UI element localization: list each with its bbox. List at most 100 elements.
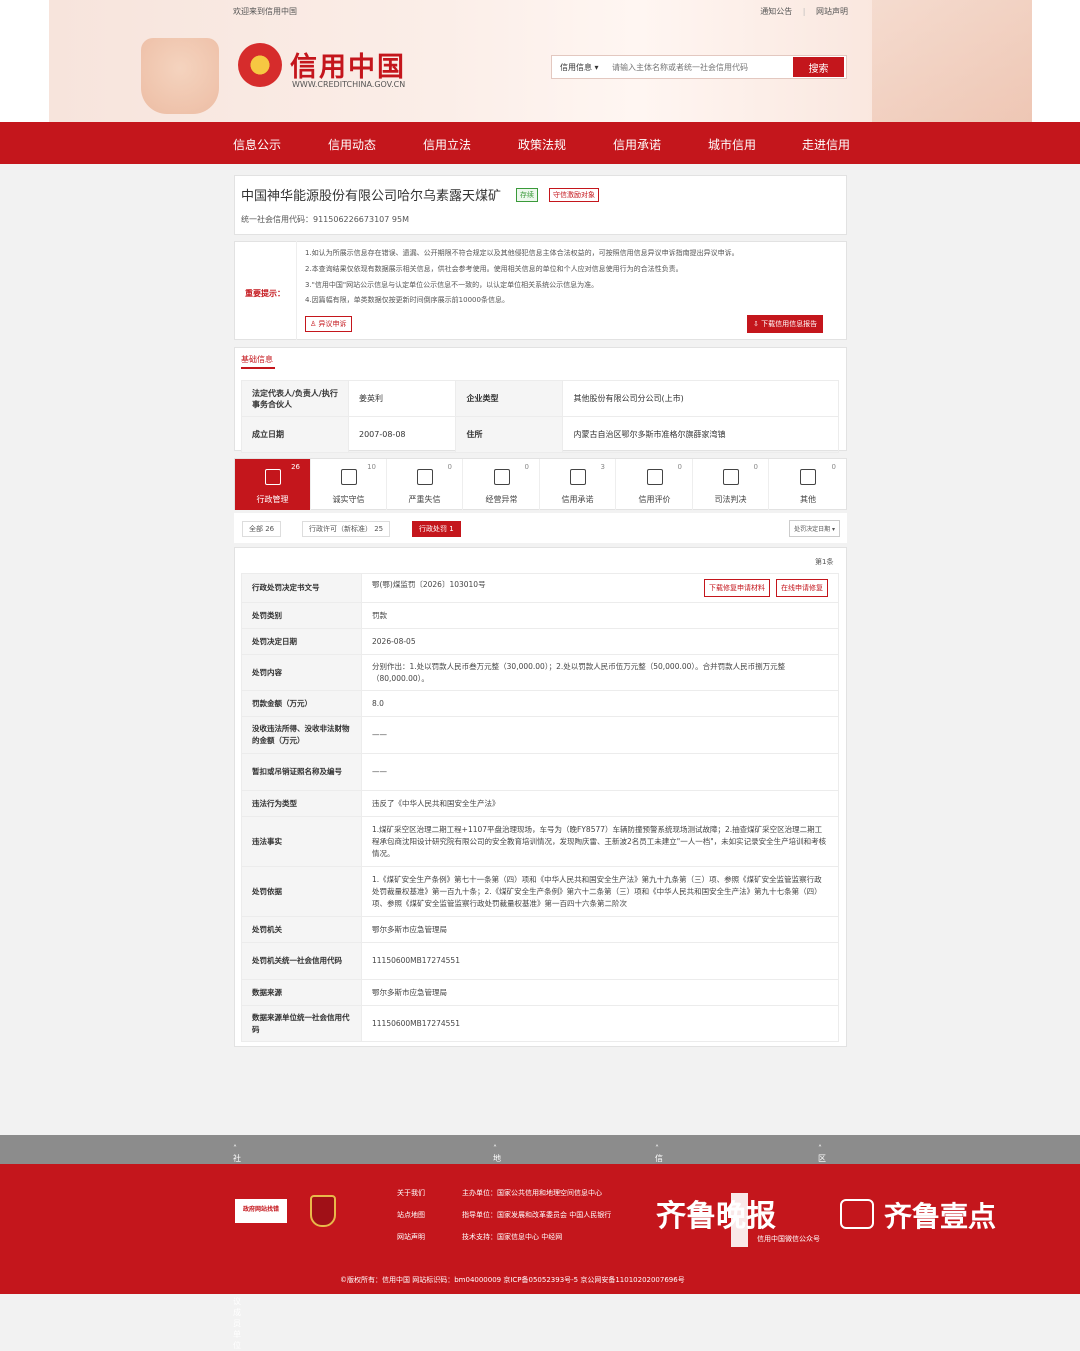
police-badge-icon[interactable] bbox=[310, 1195, 336, 1227]
tab-other[interactable]: 0 其他 bbox=[770, 459, 846, 510]
divider bbox=[296, 241, 297, 340]
tab-abnormal[interactable]: 0 经营异常 bbox=[464, 459, 540, 510]
alarm-icon bbox=[494, 469, 510, 485]
field-value: —— bbox=[361, 753, 839, 791]
table-row: 处罚内容 分别作出：1.处以罚款人民币叁万元整（30,000.00）；2.处以罚款… bbox=[241, 654, 839, 691]
footer-nav-item[interactable]: 信用示范地区 ˄ bbox=[655, 1144, 663, 1218]
footer-link[interactable]: 站点地图 bbox=[397, 1210, 425, 1220]
company-card bbox=[234, 175, 847, 235]
tip-text: 2.本查询结果仅依现有数据展示相关信息，供社会参考使用。使用相关信息的单位和个人… bbox=[305, 265, 683, 273]
field-label: 成立日期 bbox=[241, 416, 349, 453]
footer-nav: 社会信用体系建设部际联席会议成员单位 ˄ 地方信用网站 ˄ 信用示范地区 ˄ 区… bbox=[0, 1135, 1080, 1350]
download-repair-button[interactable]: 下载修复申请材料 bbox=[704, 579, 770, 597]
search-button[interactable]: 搜索 bbox=[793, 57, 844, 77]
field-value: 1.《煤矿安全生产条例》第七十一条第（四）项和《中华人民共和国安全生产法》第九十… bbox=[361, 866, 839, 917]
table-row: 违法事实 1.煤矿采空区治理二期工程+1107平盘治理现场，车号为（晚FY8577… bbox=[241, 816, 839, 867]
national-emblem-icon bbox=[238, 43, 282, 87]
table-row: 数据来源 鄂尔多斯市应急管理局 bbox=[241, 979, 839, 1006]
credit-code: 统一社会信用代码：911506226673107 95M bbox=[241, 215, 409, 224]
field-label: 处罚类别 bbox=[241, 602, 362, 629]
wechat-label: 信用中国微信公众号 bbox=[757, 1235, 820, 1243]
nav-item[interactable]: 信用动态 bbox=[328, 136, 376, 153]
table-row: 成立日期 2007-08-08 住所 内蒙古自治区鄂尔多斯市准格尔旗薛家湾镇 bbox=[241, 416, 839, 453]
footer-org: 指导单位：国家发展和改革委员会 中国人民银行 bbox=[462, 1211, 612, 1219]
field-value: 鄂尔多斯市应急管理局 bbox=[361, 979, 839, 1006]
field-label: 没收违法所得、没收非法财物的金额（万元） bbox=[241, 716, 362, 754]
search-input[interactable] bbox=[612, 59, 782, 75]
subtabs: 全部 26 行政许可（新标准） 25 行政处罚 1 处罚决定日期 ▾ bbox=[234, 513, 847, 543]
subtab-license[interactable]: 行政许可（新标准） 25 bbox=[302, 521, 391, 537]
search-bar: 信用信息 ▾ 搜索 bbox=[551, 55, 847, 79]
tab-serious[interactable]: 0 严重失信 bbox=[387, 459, 463, 510]
field-value: 2007-08-08 bbox=[347, 416, 457, 453]
field-value: 8.0 bbox=[361, 690, 839, 717]
sort-select[interactable]: 处罚决定日期 ▾ bbox=[789, 520, 840, 537]
field-label: 行政处罚决定书文号 bbox=[241, 573, 362, 603]
welcome-text: 欢迎来到信用中国 bbox=[233, 7, 297, 16]
great-wall-image bbox=[872, 0, 1032, 122]
field-label: 罚款金额（万元） bbox=[241, 690, 362, 717]
nav-item[interactable]: 政策法规 bbox=[518, 136, 566, 153]
subtab-penalty[interactable]: 行政处罚 1 bbox=[412, 521, 461, 537]
nav-item[interactable]: 走进信用 bbox=[802, 136, 850, 153]
shield-check-icon bbox=[341, 469, 357, 485]
site-url: WWW.CREDITCHINA.GOV.CN bbox=[292, 80, 406, 89]
search-type-select[interactable]: 信用信息 ▾ bbox=[560, 62, 599, 73]
section-underline bbox=[241, 367, 275, 369]
statement-link[interactable]: 网站声明 bbox=[816, 7, 848, 16]
apply-repair-button[interactable]: 在线申请修复 bbox=[776, 579, 828, 597]
table-row: 处罚类别 罚款 bbox=[241, 602, 839, 629]
field-label: 处罚决定日期 bbox=[241, 628, 362, 655]
nav-item[interactable]: 信用立法 bbox=[423, 136, 471, 153]
tab-commitment[interactable]: 3 信用承诺 bbox=[540, 459, 616, 510]
subtab-all[interactable]: 全部 26 bbox=[242, 521, 282, 537]
footer-link[interactable]: 关于我们 bbox=[397, 1188, 425, 1198]
field-label: 数据来源单位统一社会信用代码 bbox=[241, 1005, 362, 1042]
table-row: 处罚机关 鄂尔多斯市应急管理局 bbox=[241, 916, 839, 943]
tab-judicial[interactable]: 0 司法判决 bbox=[693, 459, 769, 510]
table-row: 处罚决定日期 2026-08-05 bbox=[241, 628, 839, 655]
basic-info-table: 法定代表人/负责人/执行事务合伙人 姜英利 企业类型 其他股份有限公司分公司(上… bbox=[241, 380, 839, 453]
footer-nav-item[interactable]: 区域 ˄ bbox=[818, 1144, 826, 1174]
table-row: 暂扣或吊销证照名称及编号 —— bbox=[241, 753, 839, 791]
footer-nav-item[interactable]: 社会信用体系建设部际联席会议成员单位 ˄ bbox=[233, 1144, 241, 1350]
field-value: 鄂尔多斯市应急管理局 bbox=[361, 916, 839, 943]
field-label: 法定代表人/负责人/执行事务合伙人 bbox=[241, 380, 349, 417]
nav-item[interactable]: 城市信用 bbox=[708, 136, 756, 153]
site-logo[interactable]: 信用中国 bbox=[290, 45, 406, 84]
field-label: 处罚机关 bbox=[241, 916, 362, 943]
field-value: 其他股份有限公司分公司(上市) bbox=[562, 380, 839, 417]
nav-item[interactable]: 信用承诺 bbox=[613, 136, 661, 153]
footer-link[interactable]: 网站声明 bbox=[397, 1232, 425, 1242]
status-badge: 存续 bbox=[516, 188, 538, 202]
notice-link[interactable]: 通知公告 bbox=[760, 7, 792, 16]
banner-background bbox=[49, 0, 1032, 122]
gov-site-error-badge[interactable]: 政府网站找错 bbox=[233, 1197, 289, 1225]
tab-admin[interactable]: 26 行政管理 bbox=[235, 459, 311, 510]
field-value: 罚款 bbox=[361, 602, 839, 629]
tab-honest[interactable]: 10 诚实守信 bbox=[311, 459, 387, 510]
field-label: 违法事实 bbox=[241, 816, 362, 867]
section-title: 基础信息 bbox=[241, 355, 273, 364]
bus-icon bbox=[417, 469, 433, 485]
bronze-vessel-image bbox=[141, 38, 219, 114]
gavel-document-icon bbox=[723, 469, 739, 485]
table-row: 处罚机关统一社会信用代码 11150600MB17274551 bbox=[241, 942, 839, 980]
nav-item[interactable]: 信息公示 bbox=[233, 136, 281, 153]
table-row: 行政处罚决定书文号 鄂(鄂)煤监罚〔2026〕103010号 下载修复申请材料 在线申… bbox=[241, 573, 839, 603]
apps-icon bbox=[800, 469, 816, 485]
download-report-button[interactable]: ⇩ 下载信用信息报告 bbox=[747, 315, 824, 333]
tip-text: 4.因篇幅有限，单类数据仅按更新时间倒序展示前10000条信息。 bbox=[305, 296, 509, 304]
certificate-icon bbox=[570, 469, 586, 485]
field-value: 鄂(鄂)煤监罚〔2026〕103010号 下载修复申请材料 在线申请修复 bbox=[361, 573, 839, 603]
field-value: —— bbox=[361, 716, 839, 754]
field-label: 处罚机关统一社会信用代码 bbox=[241, 942, 362, 980]
table-row: 处罚依据 1.《煤矿安全生产条例》第七十一条第（四）项和《中华人民共和国安全生产法… bbox=[241, 866, 839, 917]
table-row: 法定代表人/负责人/执行事务合伙人 姜英利 企业类型 其他股份有限公司分公司(上… bbox=[241, 380, 839, 417]
copyright: ©版权所有：信用中国 网站标识码：bm04000009 京ICP备0505239… bbox=[340, 1276, 685, 1284]
footer-nav-item[interactable]: 地方信用网站 ˄ bbox=[493, 1144, 501, 1218]
field-label: 违法行为类型 bbox=[241, 790, 362, 817]
tab-evaluation[interactable]: 0 信用评价 bbox=[617, 459, 693, 510]
company-name: 中国神华能源股份有限公司哈尔乌素露天煤矿 bbox=[241, 189, 502, 204]
objection-button[interactable]: ♙ 异议申诉 bbox=[305, 316, 352, 332]
